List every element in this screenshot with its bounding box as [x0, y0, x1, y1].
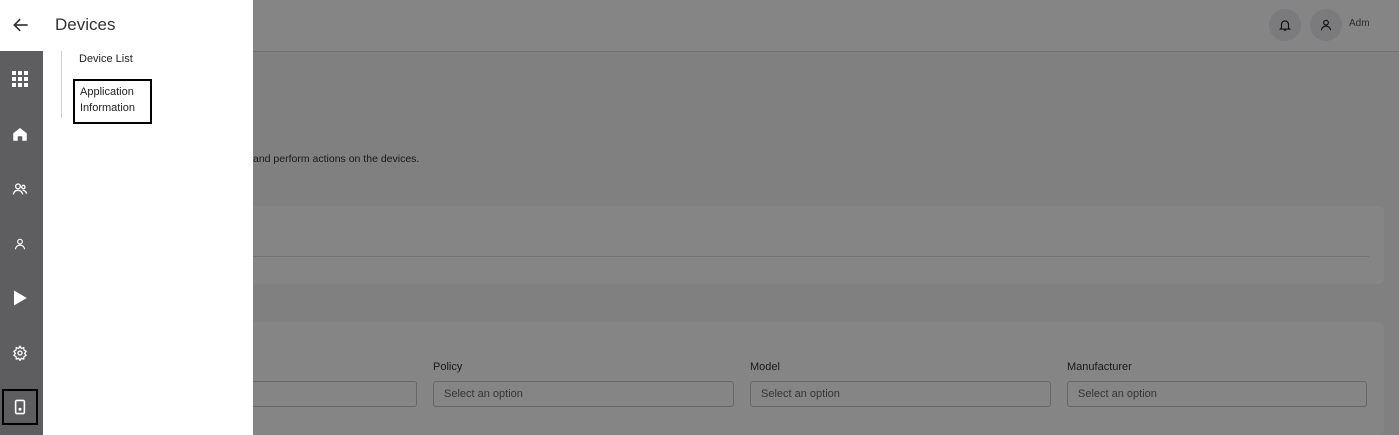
rail-play-store-button[interactable] [2, 280, 38, 316]
settings-icon [13, 345, 27, 361]
rail-settings-button[interactable] [2, 335, 38, 371]
apps-grid-icon [12, 71, 28, 87]
nav-item-device-list[interactable]: Device List [79, 51, 133, 67]
flyout-title: Devices [55, 15, 116, 34]
rail-users-button[interactable] [2, 171, 38, 207]
icon-rail [0, 0, 43, 435]
flyout-tree-line [61, 51, 62, 118]
rail-header [0, 0, 43, 51]
users-group-icon [12, 183, 28, 195]
rail-user-button[interactable] [2, 226, 38, 262]
nav-item-label-line2: Information [80, 102, 136, 114]
play-store-icon [14, 290, 27, 306]
nav-item-label-line1: Application [80, 86, 134, 98]
home-icon [13, 128, 27, 141]
nav-item-application-information[interactable]: Application Information [73, 79, 152, 124]
device-icon [14, 399, 26, 415]
rail-home-button[interactable] [2, 116, 38, 152]
devices-flyout: Devices Device List Application Informat… [43, 0, 253, 435]
user-icon [14, 238, 26, 250]
rail-apps-button[interactable] [2, 61, 38, 97]
rail-devices-button[interactable] [2, 389, 38, 425]
back-button[interactable] [11, 15, 33, 35]
arrow-left-icon [13, 18, 28, 32]
